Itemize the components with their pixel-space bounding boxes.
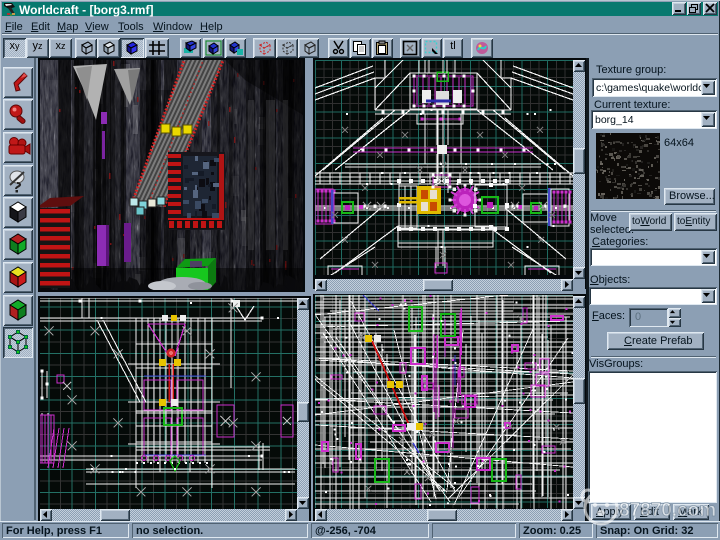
svg-text:87870.com: 87870.com [619, 500, 716, 521]
